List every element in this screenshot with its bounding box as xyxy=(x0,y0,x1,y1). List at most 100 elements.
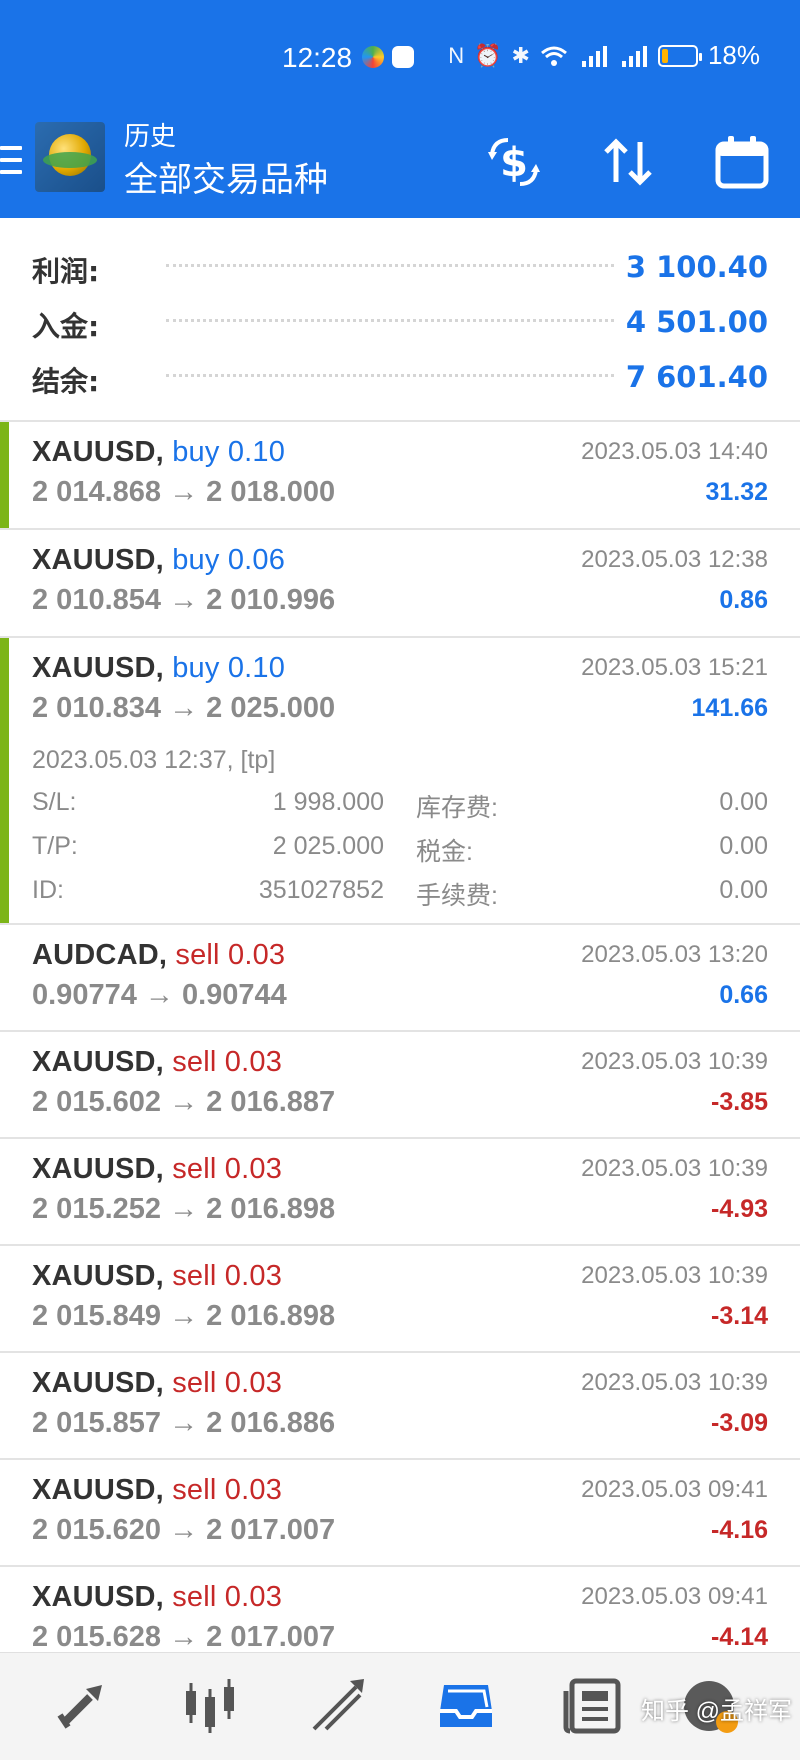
trade-direction: buy xyxy=(172,652,220,684)
toolbar-subtitle: 历史 xyxy=(124,122,177,152)
trade-volume: 0.03 xyxy=(224,1474,283,1506)
calendar-icon[interactable] xyxy=(712,132,772,192)
swap-label: 库存费: xyxy=(416,794,498,822)
tax-label: 税金: xyxy=(416,838,473,866)
trade-row[interactable]: XAUUSD, sell 0.03 2 015.849 → 2 016.898 … xyxy=(0,1246,800,1353)
trade-row[interactable]: XAUUSD, buy 0.06 2 010.854 → 2 010.996 2… xyxy=(0,530,800,638)
trade-volume: 0.03 xyxy=(224,1367,283,1399)
trade-volume: 0.03 xyxy=(227,939,286,971)
price-open: 2 010.854 xyxy=(32,584,162,616)
history-icon[interactable] xyxy=(434,1673,498,1737)
trade-row[interactable]: XAUUSD, sell 0.03 2 015.252 → 2 016.898 … xyxy=(0,1139,800,1246)
summary-balance: 结余: 7 601.40 xyxy=(0,348,800,400)
price-open: 2 015.849 xyxy=(32,1300,162,1332)
price-open: 2 015.602 xyxy=(32,1086,162,1118)
trade-direction: sell xyxy=(172,1474,217,1506)
open-time: 2023.05.03 12:37, [tp] xyxy=(32,746,276,774)
price-close: 0.90744 xyxy=(181,979,287,1011)
trade-row[interactable]: XAUUSD, sell 0.03 2 015.857 → 2 016.886 … xyxy=(0,1353,800,1460)
trade-profit: -4.14 xyxy=(711,1623,768,1651)
trade-symbol-line: XAUUSD, sell 0.03 xyxy=(32,1367,282,1400)
id-label: ID: xyxy=(32,876,64,904)
trade-prices: 2 010.834 → 2 025.000 xyxy=(32,692,335,725)
trade-profit: 0.66 xyxy=(719,981,768,1009)
menu-icon[interactable] xyxy=(0,140,24,180)
trade-row[interactable]: AUDCAD, sell 0.03 0.90774 → 0.90744 2023… xyxy=(0,925,800,1032)
trade-time: 2023.05.03 10:39 xyxy=(581,1262,768,1289)
trade-volume: 0.03 xyxy=(224,1153,283,1185)
svg-text:$: $ xyxy=(500,140,528,186)
trade-icon[interactable] xyxy=(306,1673,370,1737)
deposit-label: 入金: xyxy=(32,310,100,343)
trade-row[interactable]: XAUUSD, buy 0.10 2 014.868 → 2 018.000 2… xyxy=(0,422,800,530)
trade-time: 2023.05.03 10:39 xyxy=(581,1369,768,1396)
trade-symbol: XAUUSD, xyxy=(32,652,164,684)
trade-symbol-line: XAUUSD, buy 0.06 xyxy=(32,544,285,577)
trade-time: 2023.05.03 15:21 xyxy=(581,654,768,681)
trade-symbol-line: XAUUSD, sell 0.03 xyxy=(32,1260,282,1293)
arrow-icon: → xyxy=(169,476,199,508)
price-close: 2 016.886 xyxy=(206,1407,336,1439)
price-close: 2 017.007 xyxy=(206,1514,336,1546)
trade-symbol: XAUUSD, xyxy=(32,544,164,576)
trade-prices: 2 015.602 → 2 016.887 xyxy=(32,1086,335,1119)
price-close: 2 016.898 xyxy=(206,1300,336,1332)
trade-prices: 2 014.868 → 2 018.000 xyxy=(32,476,335,509)
trade-prices: 2 015.849 → 2 016.898 xyxy=(32,1300,335,1333)
trade-time: 2023.05.03 14:40 xyxy=(581,438,768,465)
trade-profit: 31.32 xyxy=(705,478,768,506)
notification-icons xyxy=(362,46,414,68)
trade-symbol-line: XAUUSD, buy 0.10 xyxy=(32,436,285,469)
trade-row[interactable]: XAUUSD, sell 0.03 2 015.620 → 2 017.007 … xyxy=(0,1460,800,1567)
status-time: 12:28 xyxy=(282,42,353,73)
tp-label: T/P: xyxy=(32,832,78,860)
trade-prices: 2 010.854 → 2 010.996 xyxy=(32,584,335,617)
shield-notification-icon xyxy=(392,46,414,68)
price-open: 2 015.620 xyxy=(32,1514,162,1546)
id-value: 351027852 xyxy=(258,876,384,904)
trade-volume: 0.10 xyxy=(227,436,286,468)
app-toolbar: 历史 全部交易品种 $ xyxy=(0,110,800,218)
summary-deposit: 入金: 4 501.00 xyxy=(0,293,800,345)
arrow-icon: → xyxy=(169,1300,199,1332)
trade-volume: 0.10 xyxy=(227,652,286,684)
trade-prices: 2 015.252 → 2 016.898 xyxy=(32,1193,335,1226)
bluetooth-icon: ✱ xyxy=(511,42,530,68)
trade-profit: 141.66 xyxy=(691,694,768,722)
watermark: 知乎 @孟祥军 xyxy=(640,1698,792,1725)
trade-symbol: XAUUSD, xyxy=(32,436,164,468)
trade-prices: 2 015.620 → 2 017.007 xyxy=(32,1514,335,1547)
price-open: 2 015.252 xyxy=(32,1193,162,1225)
trade-row-expanded[interactable]: XAUUSD, buy 0.10 2 010.834 → 2 025.000 2… xyxy=(0,638,800,925)
currency-exchange-icon[interactable]: $ xyxy=(484,132,544,192)
sort-icon[interactable] xyxy=(598,132,658,192)
news-icon[interactable] xyxy=(562,1673,626,1737)
trade-time: 2023.05.03 13:20 xyxy=(581,941,768,968)
chart-icon[interactable] xyxy=(178,1673,242,1737)
arrow-icon: → xyxy=(169,1407,199,1439)
trade-direction: sell xyxy=(172,1153,217,1185)
battery-percent: 18% xyxy=(707,40,760,70)
trade-symbol-line: XAUUSD, buy 0.10 xyxy=(32,652,285,685)
trade-profit: -3.09 xyxy=(711,1409,768,1437)
trade-symbol-line: XAUUSD, sell 0.03 xyxy=(32,1581,282,1614)
toolbar-title[interactable]: 全部交易品种 xyxy=(124,152,328,201)
trade-direction: buy xyxy=(172,544,220,576)
trade-symbol-line: XAUUSD, sell 0.03 xyxy=(32,1046,282,1079)
deposit-value: 4 501.00 xyxy=(625,305,768,339)
trade-symbol: XAUUSD, xyxy=(32,1581,164,1613)
trade-row[interactable]: XAUUSD, sell 0.03 2 015.602 → 2 016.887 … xyxy=(0,1032,800,1139)
trade-profit: -3.14 xyxy=(711,1302,768,1330)
arrow-icon: → xyxy=(169,1514,199,1546)
trade-direction: sell xyxy=(172,1581,217,1613)
trade-prices: 0.90774 → 0.90744 xyxy=(32,979,287,1012)
sl-label: S/L: xyxy=(32,788,77,816)
alarm-icon: ⏰ xyxy=(474,42,502,68)
battery-icon xyxy=(657,44,702,67)
balance-label: 结余: xyxy=(32,365,100,398)
quotes-icon[interactable] xyxy=(50,1673,114,1737)
arrow-icon: → xyxy=(169,692,199,724)
trade-prices: 2 015.857 → 2 016.886 xyxy=(32,1407,335,1440)
price-open: 2 015.628 xyxy=(32,1621,162,1653)
balance-value: 7 601.40 xyxy=(625,360,768,394)
